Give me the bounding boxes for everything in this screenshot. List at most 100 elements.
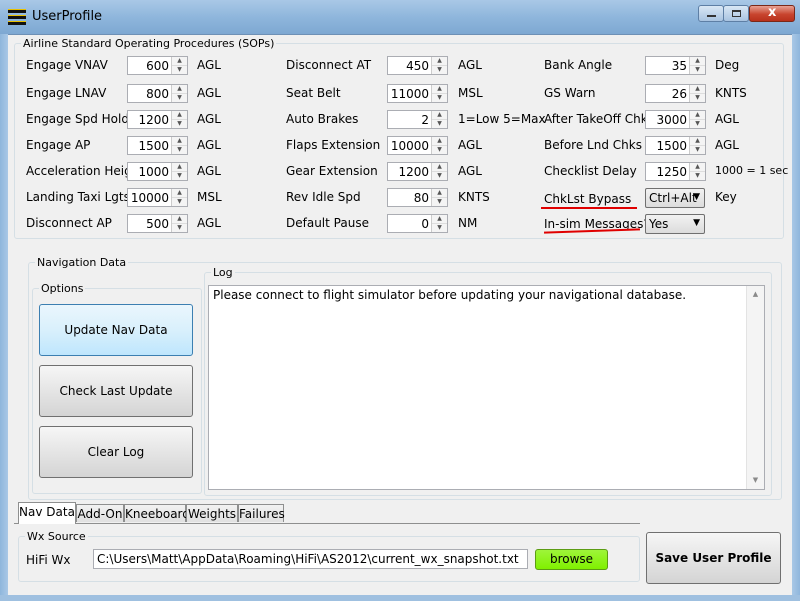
sop-label: Seat Belt (286, 86, 341, 100)
seat-belt-input[interactable]: 11000 ▲ ▼ (387, 84, 448, 103)
rev-idle-spd-input[interactable]: 80 ▲ ▼ (387, 188, 448, 207)
minimize-icon (707, 15, 716, 17)
disconnect-at-input[interactable]: 450 ▲ ▼ (387, 56, 448, 75)
spinner[interactable]: ▲ ▼ (431, 215, 447, 232)
tab-add-on[interactable]: Add-On (76, 504, 124, 522)
chklst-bypass-select[interactable]: Ctrl+Alt ▼ (645, 188, 705, 208)
after-takeoff-chks-input[interactable]: 3000 ▲ ▼ (645, 110, 706, 129)
log-textarea[interactable]: Please connect to flight simulator befor… (208, 285, 765, 490)
landing-taxi-lgts-input[interactable]: 10000 ▲ ▼ (127, 188, 188, 207)
disconnect-ap-input[interactable]: 500 ▲ ▼ (127, 214, 188, 233)
spinner[interactable]: ▲ ▼ (689, 57, 705, 74)
spinner[interactable]: ▲ ▼ (689, 111, 705, 128)
sop-unit: MSL (458, 86, 483, 100)
sop-label: Gear Extension (286, 164, 378, 178)
clear-log-button[interactable]: Clear Log (39, 426, 193, 478)
log-scrollbar[interactable]: ▲ ▼ (746, 286, 764, 489)
spinner[interactable]: ▲ ▼ (171, 111, 187, 128)
engage-spd-hold-input[interactable]: 1200 ▲ ▼ (127, 110, 188, 129)
spinner[interactable]: ▲ ▼ (171, 57, 187, 74)
sop-label: Bank Angle (544, 58, 613, 72)
spinner[interactable]: ▲ ▼ (431, 163, 447, 180)
sop-label: GS Warn (544, 86, 596, 100)
engage-ap-input[interactable]: 1500 ▲ ▼ (127, 136, 188, 155)
sop-label: Before Lnd Chks (544, 138, 642, 152)
spinner[interactable]: ▲ ▼ (689, 137, 705, 154)
sop-unit: AGL (715, 112, 739, 126)
spinner[interactable]: ▲ ▼ (431, 137, 447, 154)
auto-brakes-input[interactable]: 2 ▲ ▼ (387, 110, 448, 129)
scroll-down-icon[interactable]: ▼ (747, 472, 764, 489)
sop-unit: AGL (715, 138, 739, 152)
gs-warn-input[interactable]: 26 ▲ ▼ (645, 84, 706, 103)
app-icon (8, 9, 26, 25)
before-lnd-chks-input[interactable]: 1500 ▲ ▼ (645, 136, 706, 155)
wx-path-input[interactable]: C:\Users\Matt\AppData\Roaming\HiFi\AS201… (93, 549, 528, 569)
sop-unit: MSL (197, 190, 222, 204)
spinner[interactable]: ▲ ▼ (171, 85, 187, 102)
close-icon: x (768, 5, 777, 20)
navigation-data-legend: Navigation Data (37, 256, 127, 269)
spinner[interactable]: ▲ ▼ (171, 189, 187, 206)
engage-lnav-input[interactable]: 800 ▲ ▼ (127, 84, 188, 103)
engage-vnav-input[interactable]: 600 ▲ ▼ (127, 56, 188, 75)
sop-unit: AGL (197, 138, 221, 152)
minimize-button[interactable] (698, 5, 724, 22)
insim-messages-select[interactable]: Yes ▼ (645, 214, 705, 234)
checklist-delay-input[interactable]: 1250 ▲ ▼ (645, 162, 706, 181)
tab-kneeboard[interactable]: Kneeboard (124, 504, 190, 522)
update-nav-data-button[interactable]: Update Nav Data (39, 304, 193, 356)
sop-unit: 1000 = 1 sec (715, 164, 789, 177)
sop-unit: AGL (197, 112, 221, 126)
tab-weights[interactable]: Weights (186, 504, 238, 522)
spinner[interactable]: ▲ ▼ (431, 85, 447, 102)
spinner[interactable]: ▲ ▼ (689, 85, 705, 102)
window-title: UserProfile (32, 9, 103, 24)
browse-button[interactable]: browse (535, 549, 608, 570)
spinner[interactable]: ▲ ▼ (171, 163, 187, 180)
maximize-button[interactable] (723, 5, 749, 22)
gear-extension-input[interactable]: 1200 ▲ ▼ (387, 162, 448, 181)
chklst-bypass-unit: Key (715, 190, 737, 204)
save-user-profile-button[interactable]: Save User Profile (646, 532, 781, 584)
spinner[interactable]: ▲ ▼ (431, 57, 447, 74)
acceleration-height-input[interactable]: 1000 ▲ ▼ (127, 162, 188, 181)
tab-nav-data[interactable]: Nav Data (18, 502, 76, 524)
sop-label: Default Pause (286, 216, 369, 230)
log-text: Please connect to flight simulator befor… (213, 288, 687, 302)
sop-label: Checklist Delay (544, 164, 637, 178)
sop-label: Disconnect AT (286, 58, 372, 72)
sop-label: Disconnect AP (26, 216, 112, 230)
sop-unit: AGL (197, 86, 221, 100)
flaps-extension-input[interactable]: 10000 ▲ ▼ (387, 136, 448, 155)
title-bar[interactable]: UserProfile x (0, 0, 800, 35)
spinner[interactable]: ▲ ▼ (689, 163, 705, 180)
spinner[interactable]: ▲ ▼ (431, 111, 447, 128)
chklst-bypass-label: ChkLst Bypass (544, 192, 632, 206)
tab-failures[interactable]: Failures (238, 504, 285, 522)
spinner[interactable]: ▲ ▼ (171, 215, 187, 232)
sop-label: Engage LNAV (26, 86, 107, 100)
spinner[interactable]: ▲ ▼ (171, 137, 187, 154)
wx-source-legend: Wx Source (27, 530, 86, 543)
bank-angle-input[interactable]: 35 ▲ ▼ (645, 56, 706, 75)
scroll-up-icon[interactable]: ▲ (747, 286, 764, 303)
sop-unit: 1=Low 5=Max (458, 112, 546, 126)
default-pause-input[interactable]: 0 ▲ ▼ (387, 214, 448, 233)
sop-unit: NM (458, 216, 478, 230)
window-frame-bottom (0, 595, 800, 601)
options-legend: Options (41, 282, 84, 295)
sop-unit: AGL (197, 164, 221, 178)
hifi-wx-label: HiFi Wx (26, 553, 71, 567)
sop-unit: KNTS (715, 86, 747, 100)
sop-unit: AGL (458, 164, 482, 178)
check-last-update-button[interactable]: Check Last Update (39, 365, 193, 417)
chevron-down-icon: ▼ (693, 192, 700, 202)
close-button[interactable]: x (749, 5, 795, 22)
sop-label: Engage VNAV (26, 58, 108, 72)
sop-unit: AGL (458, 58, 482, 72)
sop-unit: AGL (197, 216, 221, 230)
spinner[interactable]: ▲ ▼ (431, 189, 447, 206)
sop-label: After TakeOff Chks (544, 112, 654, 126)
log-legend: Log (213, 266, 233, 279)
